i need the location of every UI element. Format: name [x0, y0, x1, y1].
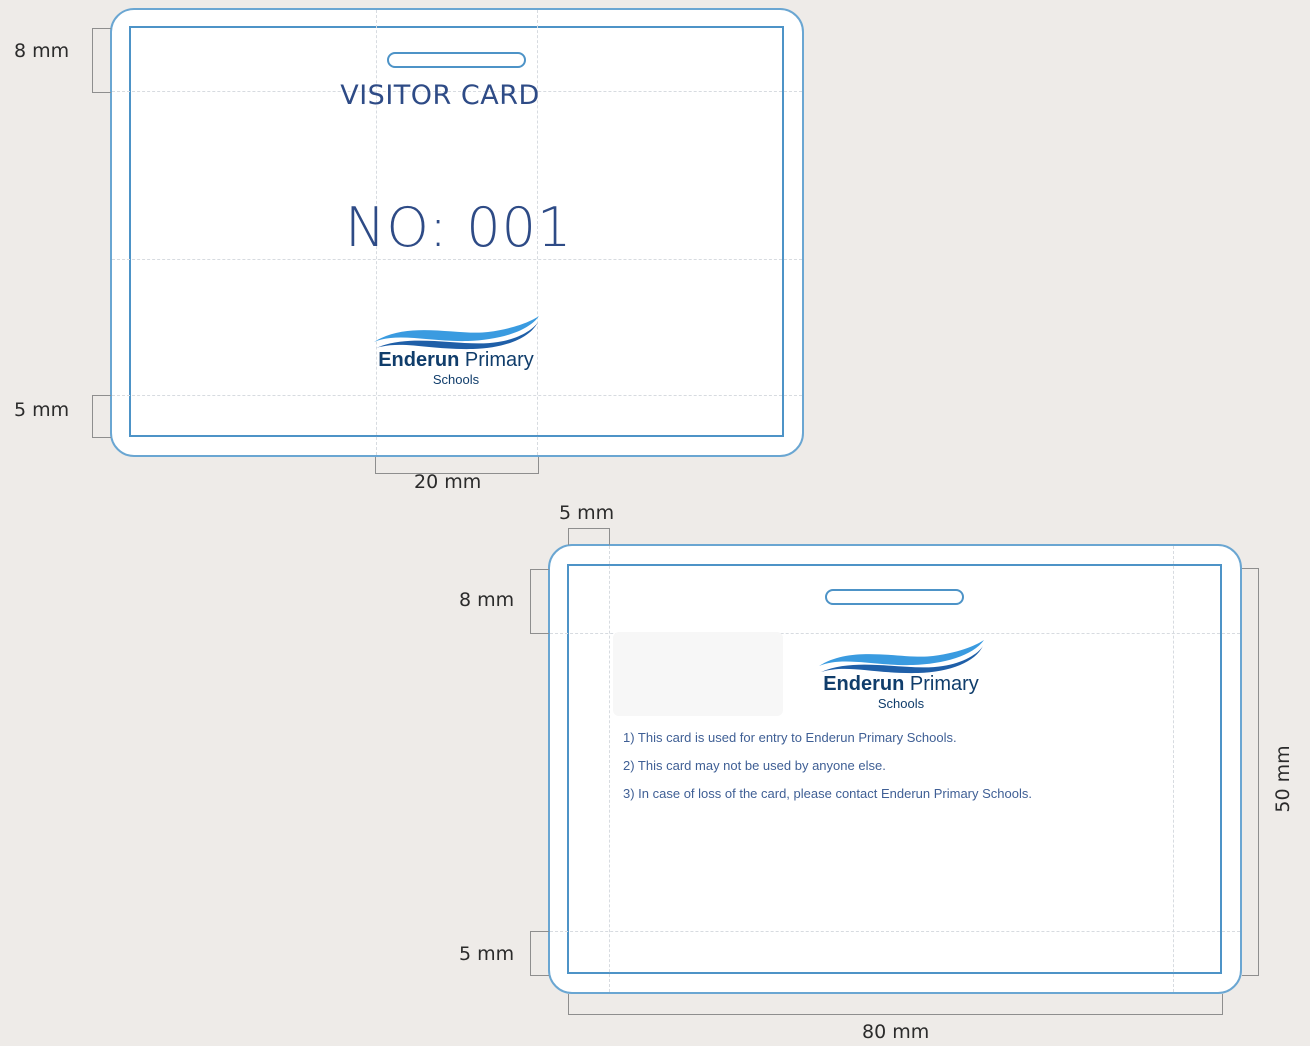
front-slot-width-label: 20 mm [414, 471, 482, 493]
rule-1: 1) This card is used for entry to Enderu… [623, 730, 957, 745]
back-logo-name: Enderun Primary [813, 674, 989, 694]
back-guide-vertical-left [609, 546, 610, 992]
back-logo-name-regular: Primary [909, 673, 979, 695]
front-logo-name: Enderun Primary [368, 350, 544, 370]
front-logo-name-bold: Enderun [378, 349, 460, 371]
front-bottom-margin-label: 5 mm [14, 399, 70, 421]
back-guide-horizontal-bottom [550, 931, 1240, 932]
back-guide-vertical-right [1173, 546, 1174, 992]
visitor-card-title: VISITOR CARD [340, 80, 540, 111]
front-guide-horizontal-bottom [112, 395, 802, 396]
wave-logo-icon [374, 316, 539, 350]
card-number: NO: 001 [345, 196, 573, 259]
back-height-bracket [1242, 568, 1259, 976]
back-logo-sub: Schools [877, 696, 925, 711]
wave-logo-icon [819, 640, 984, 674]
back-width-label: 80 mm [862, 1021, 930, 1043]
front-logo-sub: Schools [432, 372, 480, 387]
back-bottom-margin-label: 5 mm [459, 943, 515, 965]
back-height-label: 50 mm [1272, 745, 1294, 813]
front-lanyard-slot [387, 52, 526, 68]
back-width-bracket [568, 994, 1223, 1015]
back-lanyard-slot [825, 589, 964, 605]
front-logo-name-regular: Primary [464, 349, 534, 371]
back-top-margin-label: 8 mm [459, 589, 515, 611]
front-school-logo: Enderun Primary Schools [368, 314, 544, 387]
rule-3: 3) In case of loss of the card, please c… [623, 786, 1032, 801]
front-top-margin-bracket [92, 28, 111, 93]
rule-2: 2) This card may not be used by anyone e… [623, 758, 886, 773]
back-left-margin-bracket [568, 528, 610, 545]
back-top-margin-bracket [530, 569, 549, 634]
back-logo-name-bold: Enderun [823, 673, 905, 695]
front-top-margin-label: 8 mm [14, 40, 70, 62]
back-school-logo: Enderun Primary Schools [813, 638, 989, 711]
back-left-margin-label: 5 mm [559, 502, 615, 524]
back-faint-smudge [613, 632, 783, 716]
front-guide-horizontal-middle [112, 259, 802, 260]
front-bottom-margin-bracket [92, 395, 111, 438]
back-bottom-margin-bracket [530, 931, 549, 976]
